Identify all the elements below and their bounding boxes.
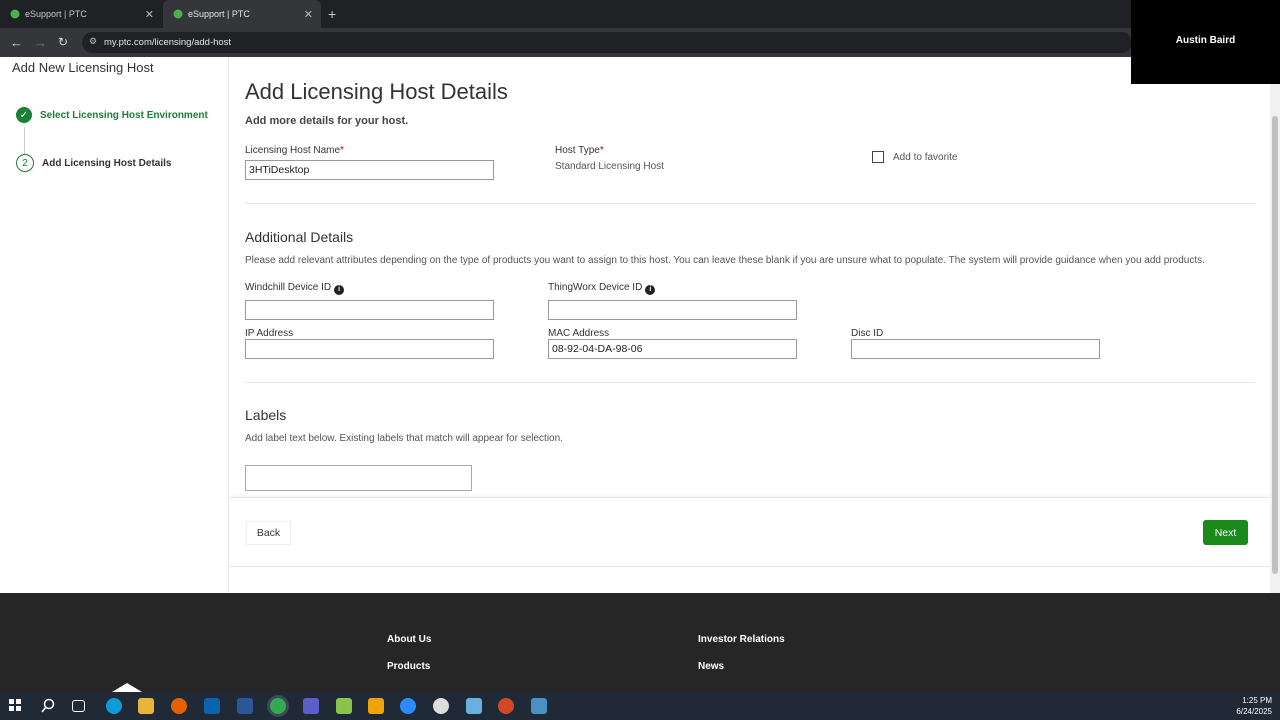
page-title: Add Licensing Host Details [245, 79, 508, 104]
wizard-step-2: 2 Add Licensing Host Details [16, 154, 171, 172]
wizard-step-1[interactable]: ✓ Select Licensing Host Environment [16, 107, 208, 123]
video-call-overlay: Austin Baird [1131, 0, 1280, 84]
browser-tab-2[interactable]: eSupport | PTC ✕ [163, 0, 321, 28]
host-name-input[interactable]: 3HTiDesktop [245, 160, 494, 180]
file-explorer-icon[interactable] [138, 698, 154, 714]
info-icon[interactable]: i [334, 285, 345, 295]
info-icon[interactable]: i [645, 285, 656, 295]
step-label: Add Licensing Host Details [42, 157, 172, 169]
browser-tab-bar: eSupport | PTC ✕ eSupport | PTC ✕ + [0, 0, 1280, 28]
tab-title: eSupport | PTC [188, 9, 250, 19]
ip-address-input[interactable] [245, 339, 494, 359]
ip-address-label: IP Address [245, 328, 294, 339]
footer-link-investor[interactable]: Investor Relations [698, 634, 785, 645]
participant-name: Austin Baird [1175, 35, 1236, 46]
footer-link-products[interactable]: Products [387, 661, 430, 672]
host-type-value: Standard Licensing Host [555, 161, 664, 172]
back-to-top-icon[interactable] [107, 683, 147, 692]
step-connector [24, 127, 25, 155]
footer-link-about[interactable]: About Us [387, 634, 431, 645]
close-tab-icon[interactable]: ✕ [145, 8, 154, 21]
outlook-icon[interactable] [204, 698, 220, 714]
step-label: Select Licensing Host Environment [40, 109, 208, 121]
divider [245, 382, 1255, 383]
clock-date: 6/24/2025 [1236, 707, 1272, 716]
back-button[interactable]: Back [246, 521, 291, 545]
browser-tab-1[interactable]: eSupport | PTC ✕ [0, 0, 162, 28]
windchill-device-id-input[interactable] [245, 300, 494, 320]
teams-icon[interactable] [303, 698, 319, 714]
notepad-icon[interactable] [336, 698, 352, 714]
firefox-icon[interactable] [171, 698, 187, 714]
forward-arrow-icon[interactable]: → [34, 35, 47, 50]
clock-time: 1:25 PM [1242, 696, 1272, 705]
url-text: my.ptc.com/licensing/add-host [104, 37, 232, 48]
windchill-label: Windchill Device ID i [245, 282, 345, 295]
form-panel: Add Licensing Host Details Add more deta… [230, 57, 1270, 593]
site-info-icon[interactable]: ⚙ [89, 36, 97, 47]
windows-start-icon[interactable] [8, 698, 24, 714]
search-icon[interactable] [40, 698, 56, 714]
word-icon[interactable] [237, 698, 253, 714]
favorite-label: Add to favorite [893, 152, 958, 163]
labels-input[interactable] [245, 465, 472, 491]
new-tab-icon[interactable]: + [328, 6, 336, 22]
labels-heading: Labels [245, 407, 287, 423]
mac-address-label: MAC Address [548, 328, 610, 339]
app-icon[interactable] [531, 698, 547, 714]
back-arrow-icon[interactable]: ← [10, 35, 23, 50]
additional-details-description: Please add relevant attributes depending… [245, 255, 1205, 266]
form-actions-bar: Back Next [230, 497, 1270, 567]
step-number: 2 [16, 154, 34, 172]
windows-taskbar: 1:25 PM 6/24/2025 [0, 692, 1280, 720]
mac-address-input[interactable]: 08-92-04-DA-98-06 [548, 339, 797, 359]
ptc-favicon-icon [173, 9, 183, 19]
app-icon[interactable] [433, 698, 449, 714]
disc-id-label: Disc ID [851, 328, 884, 339]
page-subtitle: Add more details for your host. [245, 115, 409, 127]
scrollbar-thumb[interactable] [1272, 116, 1278, 574]
divider [245, 203, 1255, 204]
wizard-title: Add New Licensing Host [12, 60, 154, 75]
favorite-checkbox[interactable] [872, 151, 884, 163]
thingworx-label: ThingWorx Device ID i [548, 282, 656, 295]
host-name-label: Licensing Host Name* [245, 145, 344, 156]
disc-id-input[interactable] [851, 339, 1100, 359]
labels-description: Add label text below. Existing labels th… [245, 433, 563, 444]
zoom-icon[interactable] [400, 698, 416, 714]
task-view-icon[interactable] [72, 700, 85, 712]
site-footer: About Us Products Investor Relations New… [0, 593, 1280, 692]
address-bar[interactable]: ⚙ my.ptc.com/licensing/add-host [82, 32, 1132, 53]
ptc-favicon-icon [10, 9, 20, 19]
wizard-sidebar: Add New Licensing Host ✓ Select Licensin… [0, 57, 229, 593]
additional-details-heading: Additional Details [245, 229, 354, 245]
app-icon[interactable] [466, 698, 482, 714]
check-icon: ✓ [16, 107, 32, 123]
next-button[interactable]: Next [1203, 520, 1248, 545]
close-tab-icon[interactable]: ✕ [304, 8, 313, 21]
thingworx-device-id-input[interactable] [548, 300, 797, 320]
host-type-label: Host Type* [555, 145, 604, 156]
system-clock[interactable]: 1:25 PM 6/24/2025 [1236, 695, 1272, 717]
footer-link-news[interactable]: News [698, 661, 724, 672]
app-icon[interactable] [368, 698, 384, 714]
chrome-icon[interactable] [270, 698, 286, 714]
page-scrollbar[interactable] [1270, 84, 1280, 593]
edge-icon[interactable] [106, 698, 122, 714]
browser-toolbar: ← → ↻ ⚙ my.ptc.com/licensing/add-host [0, 28, 1280, 57]
powerpoint-icon[interactable] [498, 698, 514, 714]
tab-title: eSupport | PTC [25, 9, 87, 19]
reload-icon[interactable]: ↻ [58, 35, 68, 49]
